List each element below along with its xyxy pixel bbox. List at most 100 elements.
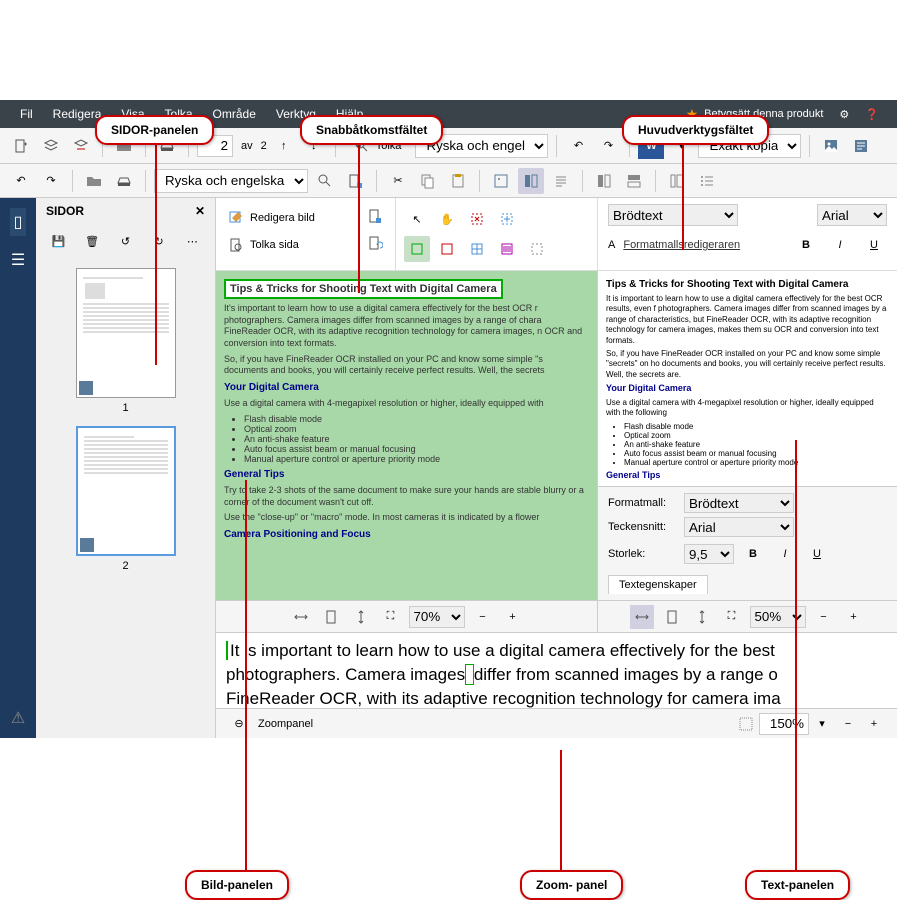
fit-screen-button[interactable]: ⛶ [379, 605, 403, 629]
fit-page-button[interactable] [319, 605, 343, 629]
text-panel[interactable]: Tips & Tricks for Shooting Text with Dig… [597, 271, 897, 486]
undo2-button[interactable]: ↶ [8, 168, 34, 194]
fit-height-button[interactable] [349, 605, 373, 629]
add-area-tool[interactable] [494, 206, 520, 232]
redo2-button[interactable]: ↷ [38, 168, 64, 194]
delete-thumb-button[interactable]: 🗑 [79, 228, 104, 254]
background-area-tool[interactable] [524, 236, 550, 262]
picture-area-tool[interactable] [434, 236, 460, 262]
image-panel[interactable]: Tips & Tricks for Shooting Text with Dig… [216, 271, 597, 600]
storlek-select[interactable]: 9,5 [684, 544, 734, 564]
underline-button[interactable]: U [861, 232, 887, 258]
left-sidebar: ▯ ☰ ⚠ [0, 198, 36, 738]
hand-tool[interactable]: ✋ [434, 206, 460, 232]
image-view-button[interactable] [488, 168, 514, 194]
formatmall-select[interactable]: Brödtext [684, 493, 794, 513]
text-title: Tips & Tricks for Shooting Text with Dig… [606, 279, 889, 290]
paste-button[interactable] [445, 168, 471, 194]
copy-button[interactable] [415, 168, 441, 194]
undo-button[interactable]: ↶ [565, 133, 591, 159]
image-zoom-in[interactable]: + [501, 605, 525, 629]
tolka-sida-button[interactable]: Tolka sida [222, 231, 389, 258]
warning-icon[interactable]: ⚠ [11, 708, 25, 728]
text-fit-height-button[interactable] [690, 605, 714, 629]
layers-remove-button[interactable] [68, 133, 94, 159]
list-icon[interactable]: ☰ [11, 250, 25, 270]
language-select-2[interactable]: Ryska och engelska [154, 169, 308, 193]
bottom-zoom-in[interactable]: + [861, 711, 887, 737]
pointer-tool[interactable]: ↖ [404, 206, 430, 232]
page-total: 2 [261, 140, 267, 152]
more-thumb-button[interactable]: ⋯ [180, 228, 205, 254]
font-select[interactable]: Arial [817, 204, 887, 226]
text-view-button[interactable] [548, 168, 574, 194]
text-fit-screen-button[interactable]: ⛶ [720, 605, 744, 629]
delete-area-tool[interactable] [464, 206, 490, 232]
help-button[interactable]: ❓ [857, 108, 887, 121]
teckensnitt-select[interactable]: Arial [684, 517, 794, 537]
text-zoom-in[interactable]: + [842, 605, 866, 629]
text-fit-width-button[interactable] [630, 605, 654, 629]
cut-button[interactable]: ✂ [385, 168, 411, 194]
layers-add-button[interactable] [38, 133, 64, 159]
redo-button[interactable]: ↷ [595, 133, 621, 159]
layout-a-button[interactable] [591, 168, 617, 194]
redigera-bild-button[interactable]: Redigera bild [222, 204, 389, 231]
rotate-right-button[interactable]: ↻ [146, 228, 171, 254]
pages-tools: 💾 🗑 ↺ ↻ ⋯ [36, 224, 215, 258]
italic-button[interactable]: I [827, 232, 853, 258]
image-li: Auto focus assist beam or manual focusin… [244, 444, 589, 454]
image-text: Use the "close-up" or "macro" mode. In m… [224, 512, 589, 524]
collapse-zoom-button[interactable]: ⊖ [226, 711, 252, 737]
menu-fil[interactable]: Fil [10, 107, 43, 121]
close-pages-button[interactable]: ✕ [195, 204, 205, 218]
bottom-zoom-out[interactable]: − [835, 711, 861, 737]
thumb-badge-icon [79, 381, 93, 395]
text-zoom-out[interactable]: − [812, 605, 836, 629]
prop-bold-button[interactable]: B [740, 541, 766, 567]
prop-underline-button[interactable]: U [804, 541, 830, 567]
scanner2-button[interactable] [111, 168, 137, 194]
callout-huvud: Huvudverktygsfältet [622, 115, 769, 145]
text-p: It is important to learn how to use a di… [606, 294, 889, 346]
bold-button[interactable]: B [793, 232, 819, 258]
text-li: Manual aperture control or aperture prio… [624, 458, 889, 467]
refresh-icon[interactable] [367, 235, 383, 254]
image-mode-button[interactable] [818, 133, 844, 159]
folder2-button[interactable] [81, 168, 107, 194]
image-title-area[interactable]: Tips & Tricks for Shooting Text with Dig… [224, 279, 503, 299]
quick-access-toolbar: ↶ ↷ Ryska och engelska ✂ [0, 164, 897, 198]
zoom-dropdown[interactable]: ▾ [809, 711, 835, 737]
rotate-left-button[interactable]: ↺ [113, 228, 138, 254]
fit-width-button[interactable] [289, 605, 313, 629]
tolka-sida-icon [228, 237, 244, 253]
thumbnail-2[interactable]: 2 [46, 426, 205, 572]
text-mode-button[interactable] [848, 133, 874, 159]
save-page-button[interactable] [342, 168, 368, 194]
settings-button[interactable]: ⚙ [831, 108, 857, 121]
thumbnail-1[interactable]: 1 [46, 268, 205, 414]
zoom-percent-input[interactable] [759, 713, 809, 735]
menu-omrade[interactable]: Område [203, 107, 266, 121]
text-area-tool[interactable] [404, 236, 430, 262]
layout-c-button[interactable] [664, 168, 690, 194]
recognize-icon-button[interactable] [312, 168, 338, 194]
text-fit-page-button[interactable] [660, 605, 684, 629]
layout-b-button[interactable] [621, 168, 647, 194]
text-properties-tab[interactable]: Textegenskaper [608, 575, 708, 594]
save-thumb-button[interactable]: 💾 [46, 228, 71, 254]
add-page-button[interactable] [8, 133, 34, 159]
pages-icon[interactable]: ▯ [10, 208, 27, 236]
save-edit-icon[interactable] [367, 208, 383, 227]
style-select[interactable]: Brödtext [608, 204, 738, 226]
text-li: Optical zoom [624, 431, 889, 440]
barcode-area-tool[interactable] [494, 236, 520, 262]
text-zoom-select[interactable]: 50% [750, 606, 806, 628]
split-view-button[interactable] [518, 168, 544, 194]
image-zoom-select[interactable]: 70% [409, 606, 465, 628]
grid-icon[interactable] [733, 711, 759, 737]
image-zoom-out[interactable]: − [471, 605, 495, 629]
table-area-tool[interactable] [464, 236, 490, 262]
page-up-button[interactable]: ↑ [271, 133, 297, 159]
list-button[interactable] [694, 168, 720, 194]
